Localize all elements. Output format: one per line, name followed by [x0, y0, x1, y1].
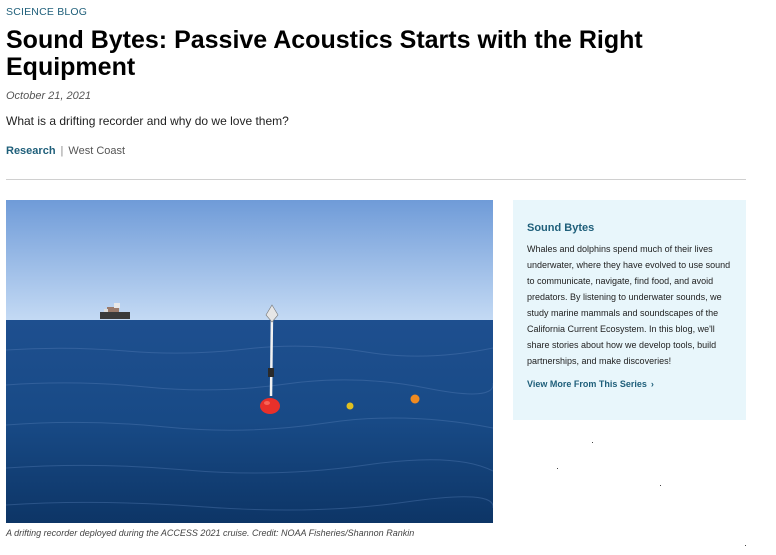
orange-float: [410, 394, 420, 404]
view-more-label: View More From This Series: [527, 379, 647, 389]
tag-separator: |: [60, 145, 64, 157]
sidebar-body: Whales and dolphins spend much of their …: [527, 244, 731, 366]
article-date: October 21, 2021: [6, 90, 92, 102]
tag-west-coast[interactable]: West Coast: [68, 145, 125, 157]
article-tags: Research | West Coast: [6, 145, 125, 157]
hero-photo: [6, 200, 493, 523]
stray-dot: [660, 485, 661, 486]
yellow-float: [346, 402, 354, 410]
ocean-drifting-recorder-image: [6, 200, 493, 523]
series-sidebar: Sound Bytes Whales and dolphins spend mu…: [513, 200, 746, 420]
sky: [6, 200, 493, 321]
chevron-right-icon: ›: [650, 379, 654, 389]
section-kicker[interactable]: SCIENCE BLOG: [6, 6, 87, 18]
stray-dot: [745, 545, 746, 546]
article-subtitle: What is a drifting recorder and why do w…: [6, 114, 289, 128]
sea: [6, 320, 493, 523]
tag-research[interactable]: Research: [6, 145, 56, 157]
article-title: Sound Bytes: Passive Acoustics Starts wi…: [6, 26, 643, 81]
sidebar-heading: Sound Bytes: [527, 222, 595, 234]
header-divider: [6, 179, 746, 180]
view-more-series-link[interactable]: View More From This Series ›: [527, 379, 732, 389]
stray-dot: [592, 442, 593, 443]
photo-caption: A drifting recorder deployed during the …: [6, 528, 415, 538]
stray-dot: [557, 468, 558, 469]
